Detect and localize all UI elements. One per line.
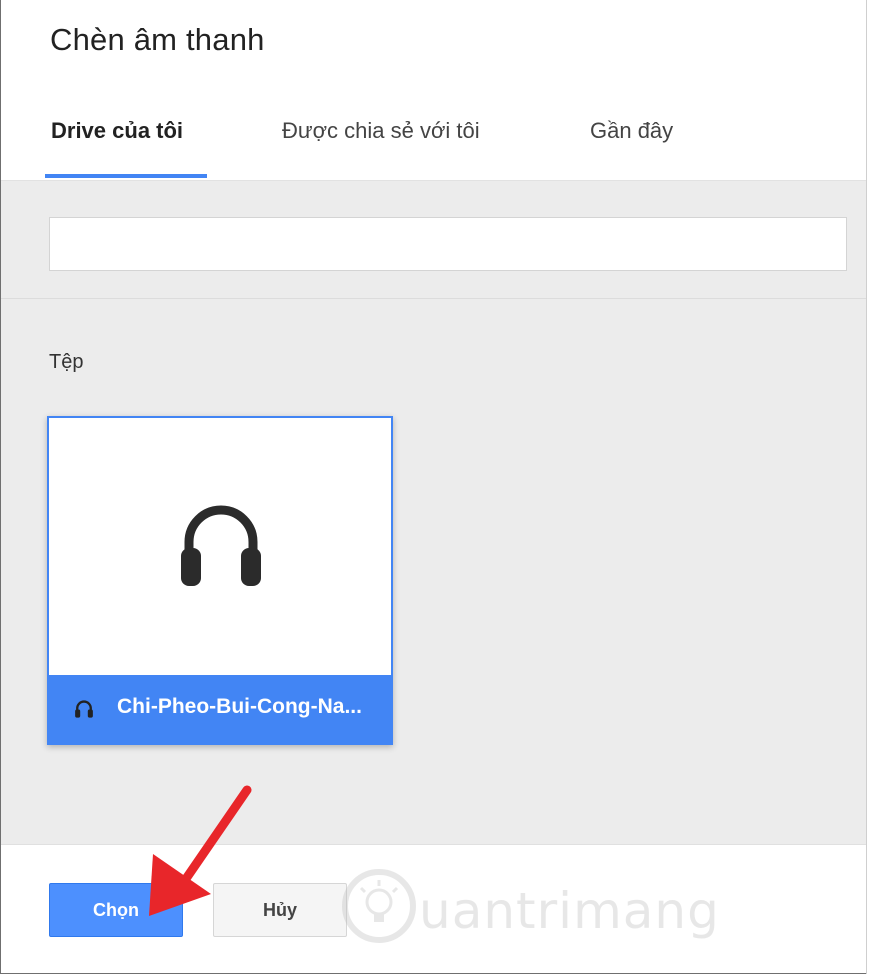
tab-bar: Drive của tôi Được chia sẻ với tôi Gần đ… [1, 100, 867, 180]
tab-shared-with-me[interactable]: Được chia sẻ với tôi [282, 118, 480, 144]
search-input[interactable] [49, 217, 847, 271]
watermark-text: uantrimang [419, 882, 720, 940]
active-tab-indicator [45, 174, 207, 178]
divider [1, 298, 867, 299]
section-label-files: Tệp [49, 351, 84, 373]
file-card[interactable]: Chi-Pheo-Bui-Cong-Na... [47, 416, 393, 745]
headphones-icon [75, 700, 93, 718]
file-name: Chi-Pheo-Bui-Cong-Na... [117, 695, 362, 718]
file-card-footer: Chi-Pheo-Bui-Cong-Na... [49, 675, 391, 743]
headphones-icon [181, 505, 261, 586]
dialog-title: Chèn âm thanh [50, 22, 265, 57]
red-arrow-annotation [149, 785, 252, 916]
file-preview [49, 418, 391, 675]
watermark: uantrimang [331, 846, 751, 956]
file-browser-area: Tệp Chi-Pheo-Bui-Cong-Na... [1, 180, 876, 844]
insert-audio-dialog: Chèn âm thanh Drive của tôi Được chia sẻ… [0, 0, 876, 974]
lightbulb-logo-icon [342, 869, 416, 943]
dialog-right-edge [866, 0, 876, 974]
tab-recent[interactable]: Gần đây [590, 118, 673, 144]
tab-my-drive[interactable]: Drive của tôi [51, 118, 183, 144]
